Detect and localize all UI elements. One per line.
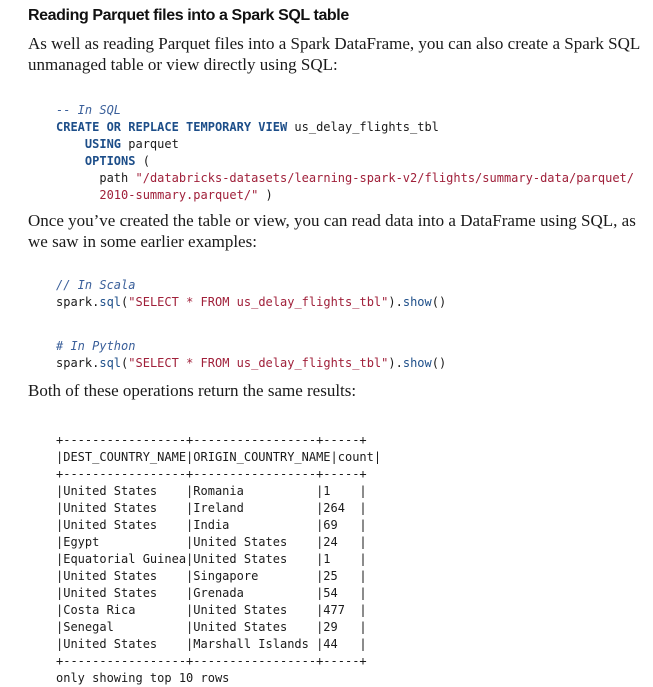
table-row: |Costa Rica |United States |477 |	[56, 603, 367, 617]
sql-using-keyword: USING	[84, 137, 122, 151]
sql-options-keyword: OPTIONS	[84, 154, 136, 168]
python-code-block: # In Python spark.sql("SELECT * FROM us_…	[28, 321, 640, 372]
python-close: ).	[388, 356, 403, 370]
table-footer: only showing top 10 rows	[56, 671, 230, 685]
table-row: |Equatorial Guinea|United States |1 |	[56, 552, 367, 566]
sql-create-keyword: CREATE OR REPLACE TEMPORARY VIEW	[56, 120, 288, 134]
python-prefix: spark.	[56, 356, 100, 370]
section-heading: Reading Parquet files into a Spark SQL t…	[28, 7, 349, 24]
sql-options-paren: (	[135, 154, 150, 168]
table-row: |United States |Romania |1 |	[56, 484, 367, 498]
table-row: |Egypt |United States |24 |	[56, 535, 367, 549]
third-paragraph: Both of these operations return the same…	[28, 381, 357, 400]
sql-view-name: us_delay_flights_tbl	[287, 120, 439, 134]
book-page: Reading Parquet files into a Spark SQL t…	[28, 6, 640, 687]
table-row: |United States |Singapore |25 |	[56, 569, 367, 583]
result-table: +-----------------+-----------------+---…	[28, 415, 640, 687]
table-row: |United States |Grenada |54 |	[56, 586, 367, 600]
scala-sql-fn: sql	[99, 295, 122, 309]
table-row: |United States |Marshall Islands |44 |	[56, 637, 367, 651]
python-sql-fn: sql	[99, 356, 122, 370]
sql-path-string: "/databricks-datasets/learning-spark-v2/…	[135, 171, 635, 185]
table-border-bottom: +-----------------+-----------------+---…	[56, 654, 367, 668]
sql-path-key: path	[99, 171, 129, 185]
python-str-a: "SELECT	[128, 356, 187, 370]
python-comment: # In Python	[56, 339, 136, 353]
table-border-top: +-----------------+-----------------+---…	[56, 433, 367, 447]
table-header: |DEST_COUNTRY_NAME|ORIGIN_COUNTRY_NAME|c…	[56, 450, 382, 464]
scala-close: ).	[388, 295, 403, 309]
python-show-fn: show	[402, 356, 432, 370]
intro-paragraph: As well as reading Parquet files into a …	[28, 34, 640, 74]
scala-show-fn: show	[402, 295, 432, 309]
table-row: |United States |India |69 |	[56, 518, 367, 532]
second-paragraph: Once you’ve created the table or view, y…	[28, 211, 636, 251]
sql-using-value: parquet	[121, 137, 179, 151]
sql-code-block: -- In SQL CREATE OR REPLACE TEMPORARY VI…	[28, 85, 640, 204]
python-end: ()	[431, 356, 447, 370]
python-str-b: FROM us_delay_flights_tbl"	[193, 356, 389, 370]
sql-comment: -- In SQL	[56, 103, 122, 117]
scala-code-block: // In Scala spark.sql("SELECT * FROM us_…	[28, 260, 640, 311]
scala-str-a: "SELECT	[128, 295, 187, 309]
scala-str-b: FROM us_delay_flights_tbl"	[193, 295, 389, 309]
table-row: |Senegal |United States |29 |	[56, 620, 367, 634]
table-row: |United States |Ireland |264 |	[56, 501, 367, 515]
sql-path-string-cont: 2010-summary.parquet/"	[99, 188, 259, 202]
scala-comment: // In Scala	[56, 278, 136, 292]
sql-close-paren: )	[258, 188, 273, 202]
scala-end: ()	[431, 295, 447, 309]
table-border-mid: +-----------------+-----------------+---…	[56, 467, 367, 481]
scala-prefix: spark.	[56, 295, 100, 309]
